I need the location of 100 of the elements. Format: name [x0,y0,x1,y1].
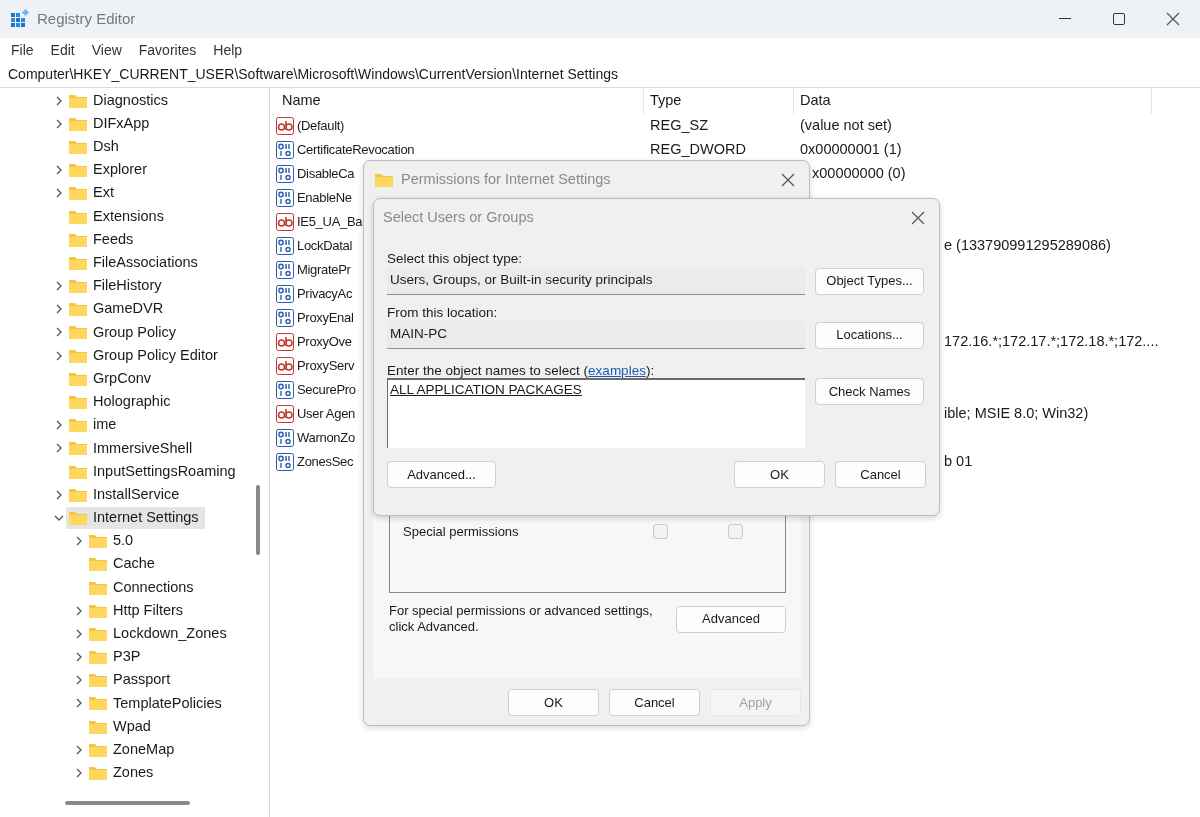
menu-item[interactable]: Favorites [138,39,197,61]
folder-icon [88,695,108,712]
dialog-button[interactable]: OK [508,689,599,716]
menu-item[interactable]: Help [213,39,243,61]
tree-item[interactable]: Holographic [66,391,177,414]
string-value-icon [276,405,294,423]
tree-item[interactable]: TemplatePolicies [86,692,228,715]
scrollbar-thumb[interactable] [256,485,260,555]
dialog-button[interactable]: OK [734,461,825,488]
maximize-icon [1113,13,1125,25]
value-name[interactable]: CertificateRevocation [297,140,415,160]
value-name[interactable]: EnableNe [297,188,352,208]
chevron-icon[interactable] [74,652,84,663]
folder-icon [68,138,88,155]
tree-item[interactable]: Cache [86,553,161,576]
value-name[interactable]: User Agen [297,404,355,424]
address-bar[interactable]: Computer\HKEY_CURRENT_USER\Software\Microsoft\Windows\CurrentVersion\Internet Settings [0,62,1200,88]
menu-item[interactable]: View [91,39,122,61]
tree-item[interactable]: DIFxApp [66,112,156,135]
advanced-button[interactable]: Advanced [676,605,786,633]
value-name[interactable]: WarnonZo [297,428,355,448]
chevron-icon[interactable] [74,675,84,686]
chevron-icon[interactable] [54,443,64,454]
chevron-icon[interactable] [54,420,64,431]
tree-item[interactable]: Wpad [86,715,157,738]
tree-item[interactable]: GameDVR [66,298,170,321]
check-names-button[interactable]: Check Names [815,378,924,405]
close-icon[interactable] [1166,12,1180,26]
menu-item[interactable]: File [11,39,34,61]
names-field[interactable]: ALL APPLICATION PACKAGES [387,378,805,448]
dialog-title: Select Users or Groups [383,208,534,228]
tree-item[interactable]: Internet Settings [66,506,205,529]
chevron-icon[interactable] [54,489,64,500]
tree-item[interactable]: FileAssociations [66,251,204,274]
dialog-button[interactable]: Cancel [835,461,926,488]
tree-item[interactable]: Ext [66,182,120,205]
tree-item[interactable]: FileHistory [66,275,168,298]
chevron-icon[interactable] [74,536,84,547]
tree-item[interactable]: P3P [86,646,147,669]
value-name[interactable]: MigratePr [297,260,351,280]
chevron-icon[interactable] [74,605,84,616]
tree-item[interactable]: Group Policy [66,321,182,344]
picker-button[interactable]: Locations... [815,321,924,349]
value-name[interactable]: ZonesSec [297,452,354,472]
value-data: (value not set) [800,117,892,134]
value-name[interactable]: LockDatal [297,236,353,256]
value-name[interactable]: IE5_UA_Ba [297,212,363,232]
tree-item[interactable]: Explorer [66,159,153,182]
tree-item[interactable]: Http Filters [86,599,190,622]
chevron-icon[interactable] [54,95,64,106]
examples-link[interactable]: examples [588,363,646,378]
value-name[interactable]: ProxyOve [297,332,352,352]
readonly-field[interactable]: MAIN-PC [387,321,805,349]
chevron-icon[interactable] [54,118,64,129]
tree-item[interactable]: Group Policy Editor [66,344,224,367]
tree-item[interactable]: Passport [86,669,177,692]
tree-item[interactable]: Feeds [66,228,140,251]
chevron-icon[interactable] [54,350,64,361]
chevron-icon[interactable] [54,327,64,338]
column-header[interactable]: Name [276,88,644,114]
readonly-field[interactable]: Users, Groups, or Built-in security principals [387,267,805,295]
chevron-icon[interactable] [74,768,84,779]
tree-item[interactable]: InputSettingsRoaming [66,460,242,483]
tree-item[interactable]: ZoneMap [86,738,181,761]
value-name[interactable]: SecurePro [297,380,356,400]
tree-item[interactable]: GrpConv [66,367,158,390]
value-data: b 01 [944,453,973,470]
tree-item[interactable]: Extensions [66,205,170,228]
tree-item[interactable]: 5.0 [86,530,140,553]
folder-icon [88,533,108,550]
folder-icon [68,370,88,387]
value-name[interactable]: PrivacyAc [297,284,353,304]
tree-item[interactable]: Lockdown_Zones [86,622,233,645]
column-header[interactable]: Data [794,88,1152,114]
dialog-button[interactable]: Cancel [609,689,700,716]
tree-item[interactable]: Connections [86,576,200,599]
chevron-icon[interactable] [54,304,64,315]
chevron-icon[interactable] [54,281,64,292]
tree-item[interactable]: Diagnostics [66,89,174,112]
advanced-button[interactable]: Advanced... [387,461,496,488]
menu-item[interactable]: Edit [50,39,75,61]
picker-button[interactable]: Object Types... [815,267,924,295]
tree-item[interactable]: Dsh [66,135,125,158]
close-icon[interactable] [781,173,795,187]
column-header[interactable]: Type [644,88,794,114]
value-name[interactable]: (Default) [297,116,345,136]
chevron-icon[interactable] [74,628,84,639]
close-icon[interactable] [911,211,925,225]
tree-item[interactable]: InstallService [66,483,186,506]
chevron-icon[interactable] [74,698,84,709]
tree-item[interactable]: ime [66,414,123,437]
value-name[interactable]: DisableCa [297,164,355,184]
tree-item[interactable]: Zones [86,762,160,785]
chevron-icon[interactable] [74,744,84,755]
value-name[interactable]: ProxyEnal [297,308,354,328]
value-name[interactable]: ProxyServ [297,356,355,376]
scrollbar-thumb[interactable] [65,801,190,805]
chevron-icon[interactable] [54,188,64,199]
chevron-icon[interactable] [54,165,64,176]
tree-item[interactable]: ImmersiveShell [66,437,199,460]
